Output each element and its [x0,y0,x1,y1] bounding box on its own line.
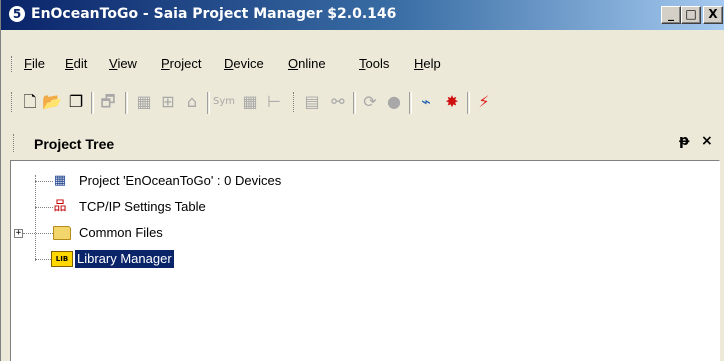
debugger-bug-icon[interactable]: ✸ [441,91,463,113]
project-icon: ▦ [53,173,67,188]
library-icon: LIB [51,251,73,267]
toolbar-separator [91,92,94,114]
online-configurator-icon[interactable]: ▤ [301,91,323,113]
expand-toggle[interactable]: + [14,229,23,238]
menu-bar: File Edit View Project Device Online Too… [1,52,724,76]
device-network-icon[interactable]: ⊞ [157,91,179,113]
toolbar-separator [409,92,412,114]
toolbar-separator [207,92,210,114]
toolbar: 🗋 📂 ❐ 🗗 ▦ ⊞ ⌂ Sym ▦ ⊢ ▤ ⚯ ⟳ ● ⌁ ✸ ⚡ [1,84,724,118]
properties-icon[interactable]: 🗗 [97,91,119,113]
menu-edit[interactable]: Edit [65,56,87,71]
folder-icon [53,226,71,240]
tree-item-label: Library Manager [74,249,175,269]
app-window: 5 EnOceanToGo - Saia Project Manager $2.… [0,0,724,361]
open-folder-icon[interactable]: 📂 [41,91,63,113]
project-tree[interactable]: ▦ Project 'EnOceanToGo' : 0 Devices 品 TC… [10,160,720,361]
symbol-editor-icon[interactable]: Sym [213,91,235,113]
menu-file[interactable]: File [24,56,45,71]
tree-item-tcpip-settings[interactable]: 品 TCP/IP Settings Table [11,197,411,219]
project-tree-header: Project Tree ᵽ × [1,126,724,158]
menubar-grip[interactable] [11,56,14,72]
tree-item-label: Common Files [79,225,163,240]
pin-icon[interactable]: ᵽ [679,133,689,149]
tree-connector [23,233,53,234]
tree-item-library-manager[interactable]: LIB Library Manager [11,249,411,271]
tree-item-label: TCP/IP Settings Table [79,199,206,214]
table-icon[interactable]: ▦ [239,91,261,113]
panel-grip[interactable] [13,134,16,152]
tree-item-project[interactable]: ▦ Project 'EnOceanToGo' : 0 Devices [11,171,411,193]
menu-device[interactable]: Device [224,56,264,71]
device-clean-icon[interactable]: ⌂ [181,91,203,113]
menu-help[interactable]: Help [414,56,441,71]
toolbar-separator [353,92,356,114]
toolbar-separator [467,92,470,114]
restart-icon[interactable]: ⟳ [359,91,381,113]
title-bar[interactable]: 5 EnOceanToGo - Saia Project Manager $2.… [1,0,724,30]
new-file-icon[interactable]: 🗋 [19,91,41,113]
graph-icon[interactable]: ⚡ [473,91,495,113]
device-icon[interactable]: ▦ [133,91,155,113]
watch-window-icon[interactable]: ⚯ [327,91,349,113]
toolbar-grip[interactable] [293,92,296,112]
panel-title: Project Tree [34,136,115,152]
maximize-button[interactable]: □ [681,6,701,24]
toolbar-separator [125,92,128,114]
app-icon[interactable]: 5 [9,6,25,22]
close-icon[interactable]: × [701,133,713,149]
tree-item-label: Project 'EnOceanToGo' : 0 Devices [79,173,282,188]
stop-icon[interactable]: ● [383,91,405,113]
tree-item-common-files[interactable]: + Common Files [11,223,411,245]
menu-view[interactable]: View [109,56,137,71]
copy-icon[interactable]: ❐ [65,91,87,113]
network-icon: 品 [53,199,67,214]
menu-tools[interactable]: Tools [359,56,389,71]
tree-view-icon[interactable]: ⊢ [263,91,285,113]
close-button[interactable]: X [703,6,723,24]
menu-project[interactable]: Project [161,56,201,71]
menu-online[interactable]: Online [288,56,326,71]
window-title: EnOceanToGo - Saia Project Manager $2.0.… [31,6,397,22]
online-debug-icon[interactable]: ⌁ [415,91,437,113]
minimize-button[interactable]: _ [661,6,681,24]
toolbar-grip[interactable] [11,92,14,112]
